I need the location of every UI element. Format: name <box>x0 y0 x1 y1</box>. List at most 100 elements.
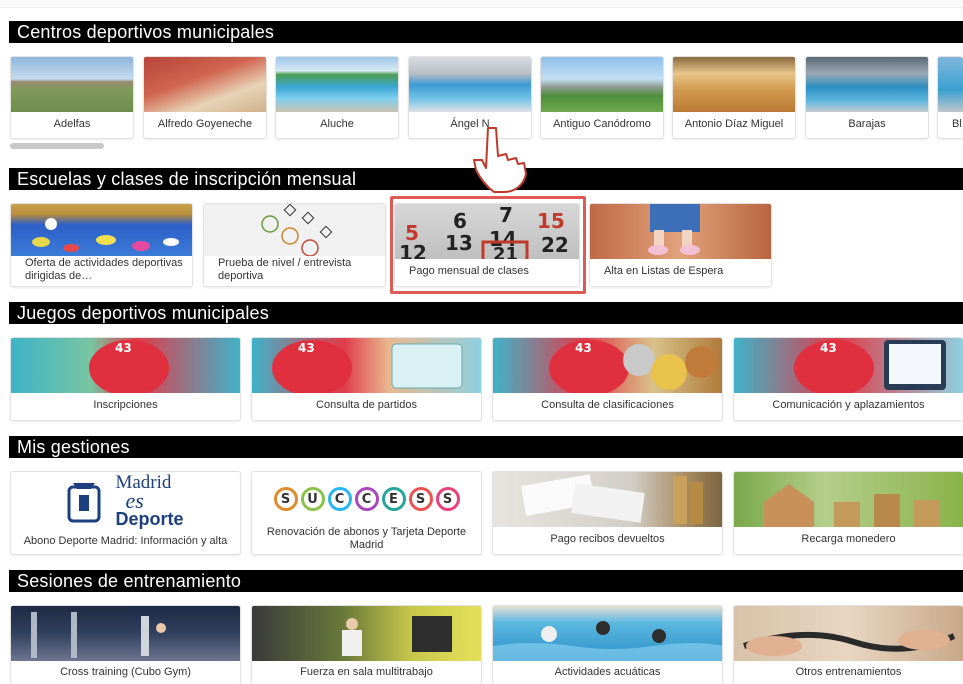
juegos-card-clasificaciones[interactable]: 43 Consulta de clasificaciones <box>492 337 723 421</box>
juegos-label: Inscripciones <box>93 399 158 411</box>
escuela-label: Prueba de nivel / entrevista deportiva <box>218 257 352 282</box>
sesion-label: Fuerza en sala multitrabajo <box>300 665 433 678</box>
centro-card-antiguo-canodromo[interactable]: Antiguo Canódromo <box>540 56 664 139</box>
juegos-label: Consulta de clasificaciones <box>541 399 674 411</box>
centro-photo <box>806 57 928 112</box>
juegos-graphic: 43 <box>794 340 946 393</box>
escuela-photo <box>204 204 385 256</box>
weights-illustration <box>342 616 452 656</box>
juegos-label: Consulta de partidos <box>316 399 417 411</box>
sesion-card-acuaticas[interactable]: Actividades acuáticas <box>492 605 723 684</box>
juegos-card-inscripciones[interactable]: 43 Inscripciones <box>10 337 241 421</box>
madrid-es-deporte-logo: Madrid es Deporte <box>11 472 240 530</box>
centro-photo <box>144 57 266 112</box>
success-letter: C <box>327 487 352 511</box>
juegos-banner: 43 <box>11 338 240 393</box>
juegos-card-partidos[interactable]: 43 Consulta de partidos <box>251 337 482 421</box>
swimmers-illustration <box>493 621 722 661</box>
centro-label: Alfredo Goyeneche <box>157 118 253 130</box>
centro-label: Barajas <box>848 118 886 130</box>
gestion-label: Pago recibos devueltos <box>550 533 665 545</box>
calendar-number: 13 <box>445 231 473 255</box>
centro-label: Adelfas <box>53 118 91 130</box>
escuela-label: Pago mensual de clases <box>409 265 529 277</box>
sesion-card-otros[interactable]: Otros entrenamientos <box>733 605 963 684</box>
calendar-number: 15 <box>537 209 565 233</box>
logo-es-word: es <box>125 488 144 513</box>
centro-photo <box>673 57 795 112</box>
gestion-card-renovacion[interactable]: S U C C E S S Renovación de abonos y Tar… <box>251 471 482 555</box>
juegos-banner: 43 <box>493 338 722 393</box>
juegos-banner: 43 <box>252 338 481 393</box>
centro-photo <box>11 57 133 112</box>
sesion-photo <box>734 606 963 661</box>
sesion-label: Otros entrenamientos <box>795 665 902 678</box>
madrid-crest-icon <box>67 483 101 523</box>
centro-card-alfredo-goyeneche[interactable]: Alfredo Goyeneche <box>143 56 267 139</box>
centro-card-barajas[interactable]: Barajas <box>805 56 929 139</box>
calendar-number: 22 <box>541 233 569 257</box>
logo-deporte-word: Deporte <box>115 509 184 529</box>
centro-label: Bl <box>952 118 962 130</box>
gestion-label: Renovación de abonos y Tarjeta Deporte M… <box>266 526 467 551</box>
escuela-photo <box>590 204 771 259</box>
gestion-label: Abono Deporte Madrid: Información y alta <box>23 534 228 547</box>
escuela-photo <box>11 204 192 256</box>
juegos-graphic: 43 <box>89 340 169 393</box>
top-edge <box>0 0 963 8</box>
escuela-label: Oferta de actividades deportivas dirigid… <box>25 257 183 282</box>
calendar-number: 7 <box>499 204 513 227</box>
juegos-label: Comunicación y aplazamientos <box>772 399 925 411</box>
section-header-juegos: Juegos deportivos municipales <box>9 302 963 324</box>
sesion-photo <box>493 606 722 661</box>
success-letter: C <box>354 487 379 511</box>
floats-illustration <box>32 218 179 252</box>
escuela-card-listas-espera[interactable]: Alta en Listas de Espera <box>589 203 772 287</box>
success-letter: U <box>300 487 325 511</box>
centro-card-antonio-diaz-miguel[interactable]: Antonio Díaz Miguel <box>672 56 796 139</box>
calendar-number: 6 <box>453 209 467 233</box>
sesion-card-cross-training[interactable]: Cross training (Cubo Gym) <box>10 605 241 684</box>
bike-handlebar-illustration <box>743 630 956 656</box>
juegos-banner: 43 <box>734 338 963 393</box>
escuela-card-oferta[interactable]: Oferta de actividades deportivas dirigid… <box>10 203 193 287</box>
gestion-label: Recarga monedero <box>801 533 896 545</box>
juegos-badge: 43 <box>575 341 592 355</box>
success-letter: S <box>408 487 433 511</box>
juegos-graphic: 43 <box>272 340 463 393</box>
centro-card-adelfas[interactable]: Adelfas <box>10 56 134 139</box>
sesion-card-fuerza[interactable]: Fuerza en sala multitrabajo <box>251 605 482 684</box>
carousel-scrollbar[interactable] <box>10 143 104 149</box>
juegos-card-comunicacion[interactable]: 43 Comunicación y aplazamientos <box>733 337 963 421</box>
section-header-centros: Centros deportivos municipales <box>9 21 963 43</box>
gestion-card-monedero[interactable]: Recarga monedero <box>733 471 963 555</box>
success-letter: S <box>435 487 460 511</box>
gestion-card-recibos[interactable]: Pago recibos devueltos <box>492 471 723 555</box>
centro-card-partial[interactable]: Bl <box>937 56 963 139</box>
sesion-photo <box>252 606 481 661</box>
sesion-label: Cross training (Cubo Gym) <box>60 665 191 678</box>
calendar-photo: 6 7 15 5 13 14 22 12 21 <box>395 204 579 259</box>
madrid-logo: Madrid es Deporte <box>11 472 240 530</box>
success-letter: S <box>273 487 298 511</box>
receipts-photo <box>493 472 722 527</box>
emoji-faces-illustration <box>261 204 333 256</box>
receipts-illustration <box>520 474 703 524</box>
centro-photo <box>276 57 398 112</box>
juegos-graphic: 43 <box>549 340 717 393</box>
gestion-card-abono[interactable]: Madrid es Deporte Abono Deporte Madrid: … <box>10 471 241 555</box>
centro-label: Aluche <box>320 118 354 130</box>
centro-photo <box>409 57 531 112</box>
escuela-label: Alta en Listas de Espera <box>604 265 724 277</box>
success-letter: E <box>381 487 406 511</box>
centro-photo <box>938 57 963 112</box>
success-graphic: S U C C E S S <box>252 472 481 526</box>
juegos-badge: 43 <box>820 341 837 355</box>
centro-card-aluche[interactable]: Aluche <box>275 56 399 139</box>
section-header-gestiones: Mis gestiones <box>9 436 963 458</box>
escuela-card-prueba-nivel[interactable]: Prueba de nivel / entrevista deportiva <box>203 203 386 287</box>
centro-photo <box>541 57 663 112</box>
escuela-card-pago-mensual[interactable]: 6 7 15 5 13 14 22 12 21 Pago mensual de … <box>394 203 580 287</box>
wallet-photo <box>734 472 963 527</box>
sesion-photo <box>11 606 240 661</box>
